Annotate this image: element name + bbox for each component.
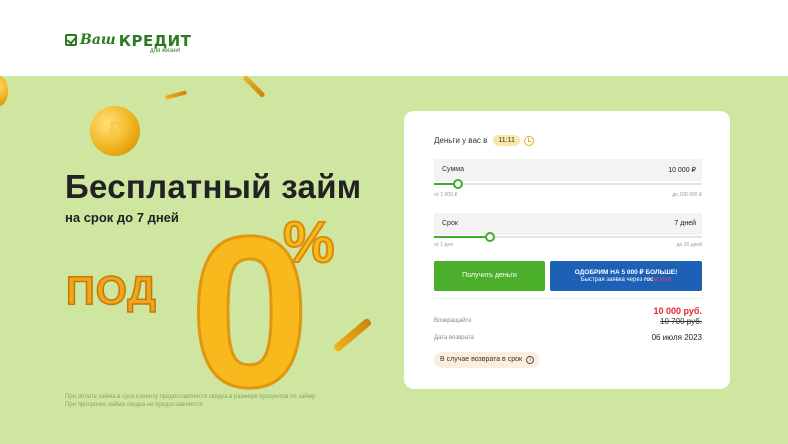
gosuslugi-subline: Быстрая заявка через госуслуги (550, 277, 702, 283)
coin-streak-decoration (164, 90, 188, 100)
divider (434, 298, 702, 299)
sum-slider[interactable] (434, 179, 702, 189)
sum-max-label: до 100 000 ₽ (672, 192, 702, 198)
sum-min-label: от 1 000 ₽ (434, 192, 458, 198)
alarm-clock-icon (523, 135, 534, 146)
return-date-label: Дата возврата (434, 335, 474, 341)
sum-label: Сумма (442, 166, 464, 173)
info-icon[interactable]: i (526, 356, 535, 364)
return-date-value: 06 июля 2023 (651, 333, 702, 342)
term-slider[interactable] (434, 232, 702, 242)
return-amount: 10 000 руб. (653, 306, 702, 316)
gosuslugi-gos: гос (643, 277, 654, 283)
sum-field[interactable]: Сумма 10 000 ₽ (434, 159, 702, 181)
return-old-amount: 10 700 руб. (660, 317, 702, 326)
coin-streak-decoration (332, 317, 373, 353)
on-time-badge-label: В случае возврата в срок (440, 356, 523, 363)
logo-text-vash: Ваш (80, 32, 116, 48)
sum-value: 10 000 ₽ (668, 167, 696, 174)
checkbox-icon (65, 34, 77, 46)
term-slider-fill (434, 236, 491, 238)
disclaimer-line: При оплате займа в срок клиенту предоста… (65, 394, 316, 400)
site-logo[interactable]: Ваш КРЕДИТ для жизни! (65, 32, 191, 54)
hero-title: Бесплатный займ (65, 168, 362, 205)
get-money-button[interactable]: Получить деньги (434, 261, 545, 291)
disclaimer: При оплате займа в срок клиенту предоста… (65, 393, 375, 409)
sum-slider-handle[interactable] (453, 179, 464, 189)
term-max-label: до 30 дней (676, 242, 702, 248)
term-label: Срок (442, 220, 458, 227)
term-slider-handle[interactable] (485, 232, 496, 242)
term-field[interactable]: Срок 7 дней (434, 213, 702, 235)
term-min-label: от 1 дня (434, 242, 453, 248)
disclaimer-line: При просрочке займа скидка не предоставл… (65, 402, 203, 408)
ruble-coin-icon: ₽ (90, 106, 140, 156)
gosuslugi-headline: ОДОБРИМ НА 5 000 ₽ БОЛЬШЕ! (574, 269, 678, 276)
percent-graphic: % (282, 210, 336, 275)
gosuslugi-uslugi: услуги (653, 277, 672, 283)
gosuslugi-prefix: Быстрая заявка через (580, 277, 644, 283)
coin-decoration (0, 76, 8, 106)
pod-text: ПОД (65, 268, 157, 314)
term-value: 7 дней (674, 220, 696, 227)
coin-symbol: ₽ (108, 118, 122, 143)
coin-streak-decoration (242, 76, 266, 99)
money-eta-time: 11:11 (493, 135, 520, 146)
logo-tagline: для жизни! (150, 48, 181, 54)
return-label: Возвращайте (434, 318, 472, 324)
site-header: Ваш КРЕДИТ для жизни! (0, 0, 788, 76)
gosuslugi-button[interactable]: ОДОБРИМ НА 5 000 ₽ БОЛЬШЕ! Быстрая заявк… (550, 261, 702, 291)
on-time-badge[interactable]: В случае возврата в срок i (434, 352, 541, 368)
money-eta-row: Деньги у вас в 11:11 (434, 135, 534, 146)
hero-subtitle: на срок до 7 дней (65, 210, 179, 225)
loan-calculator-card: Деньги у вас в 11:11 Сумма 10 000 ₽ от 1… (404, 111, 730, 389)
money-eta-label: Деньги у вас в (434, 136, 488, 145)
